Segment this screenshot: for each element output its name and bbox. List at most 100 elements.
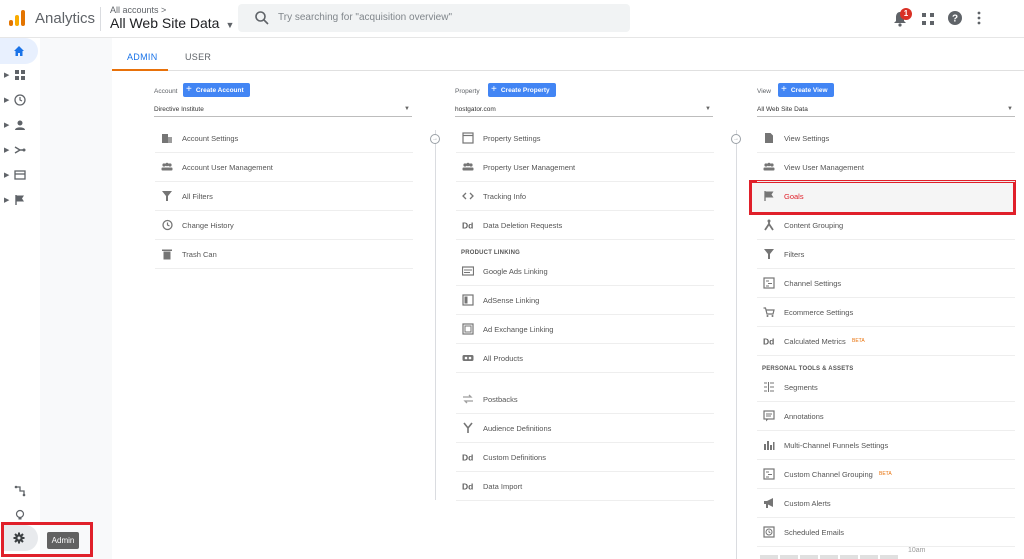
menu-item-account-settings[interactable]: Account Settings xyxy=(155,124,413,153)
cart-icon xyxy=(763,307,775,317)
dashboard-icon xyxy=(15,70,25,80)
menu-item-calculated-metrics[interactable]: Dd Calculated Metrics BETA xyxy=(757,327,1015,356)
menu-item-filters[interactable]: Filters xyxy=(757,240,1015,269)
create-property-button[interactable]: + Create Property xyxy=(488,83,556,97)
menu-item-label: Segments xyxy=(784,383,818,392)
menu-item-label: Account User Management xyxy=(182,163,273,172)
adsense-icon xyxy=(462,294,474,306)
menu-item-multi-channel-funnels-settings[interactable]: Multi-Channel Funnels Settings xyxy=(757,431,1015,460)
admin-tabs: ADMIN USER xyxy=(112,38,1024,71)
menu-item-data-import[interactable]: Dd Data Import xyxy=(456,472,714,501)
menu-item-all-filters[interactable]: All Filters xyxy=(155,182,413,211)
tab-user[interactable]: USER xyxy=(185,52,211,62)
view-selector[interactable]: All Web Site Data ▼ xyxy=(110,15,234,31)
menu-item-data-deletion-requests[interactable]: Dd Data Deletion Requests xyxy=(456,211,714,240)
create-account-button[interactable]: + Create Account xyxy=(183,83,250,97)
menu-item-content-grouping[interactable]: Content Grouping xyxy=(757,211,1015,240)
nav-attribution[interactable] xyxy=(4,483,34,501)
nav-realtime[interactable]: ▶ xyxy=(4,92,34,110)
left-nav: ▶ ▶ ▶ ▶ ▶ ▶ xyxy=(0,38,40,559)
menu-item-label: Data Import xyxy=(483,482,523,491)
divider xyxy=(100,7,101,31)
tab-admin[interactable]: ADMIN xyxy=(127,52,158,62)
search-box[interactable]: Try searching for "acquisition overview" xyxy=(238,4,630,32)
menu-item-label: Custom Channel Grouping xyxy=(784,470,873,479)
view-selector[interactable]: All Web Site Data ▼ xyxy=(757,102,1015,117)
menu-item-all-products[interactable]: All Products xyxy=(456,344,714,373)
menu-item-ad-exchange-linking[interactable]: Ad Exchange Linking xyxy=(456,315,714,344)
caret-down-icon: ▼ xyxy=(225,20,235,30)
menu-item-label: Goals xyxy=(784,192,804,201)
lightbulb-icon xyxy=(15,509,25,520)
svg-text:Dd: Dd xyxy=(462,482,473,492)
flag-icon xyxy=(764,191,774,201)
menu-item-postbacks[interactable]: Postbacks xyxy=(456,385,714,414)
menu-item-change-history[interactable]: Change History xyxy=(155,211,413,240)
menu-item-label: Multi-Channel Funnels Settings xyxy=(784,441,889,450)
menu-item-trash-can[interactable]: Trash Can xyxy=(155,240,413,269)
menu-item-audience-definitions[interactable]: Audience Definitions xyxy=(456,414,714,443)
nav-audience[interactable]: ▶ xyxy=(4,117,34,135)
menu-item-label: Channel Settings xyxy=(784,279,842,288)
time-label: 10am xyxy=(908,547,926,554)
building-icon xyxy=(162,134,172,143)
apps-grid-icon[interactable] xyxy=(922,13,934,25)
create-property-label: Create Property xyxy=(500,87,550,94)
expand-arrow-icon: ▶ xyxy=(4,172,10,179)
menu-item-custom-definitions[interactable]: Dd Custom Definitions xyxy=(456,443,714,472)
menu-item-property-user-management[interactable]: Property User Management xyxy=(456,153,714,182)
menu-item-custom-channel-grouping[interactable]: Custom Channel Grouping BETA xyxy=(757,460,1015,489)
menu-item-label: Calculated Metrics xyxy=(784,337,846,346)
menu-item-google-ads-linking[interactable]: Google Ads Linking xyxy=(456,257,714,286)
content-grouping-icon xyxy=(764,219,774,231)
menu-item-tracking-info[interactable]: Tracking Info xyxy=(456,182,714,211)
megaphone-icon xyxy=(764,498,773,508)
menu-item-label: Data Deletion Requests xyxy=(483,221,563,230)
nav-conversions[interactable]: ▶ xyxy=(4,192,34,210)
channel-icon xyxy=(763,277,775,289)
menu-item-view-settings[interactable]: View Settings xyxy=(757,124,1015,153)
beta-badge: BETA xyxy=(852,338,865,344)
menu-item-segments[interactable]: Segments xyxy=(757,373,1015,402)
menu-item-annotations[interactable]: Annotations xyxy=(757,402,1015,431)
analytics-logo-icon[interactable] xyxy=(8,9,26,27)
account-breadcrumb[interactable]: All accounts > xyxy=(110,5,166,15)
dd-icon: Dd xyxy=(462,482,473,492)
create-view-button[interactable]: + Create View xyxy=(778,83,834,97)
menu-item-view-user-management[interactable]: View User Management xyxy=(757,153,1015,182)
menu-item-custom-alerts[interactable]: Custom Alerts xyxy=(757,489,1015,518)
more-vert-icon[interactable] xyxy=(976,11,982,25)
flag-icon xyxy=(15,195,24,205)
menu-item-ecommerce-settings[interactable]: Ecommerce Settings xyxy=(757,298,1015,327)
account-selector[interactable]: Directive Institute ▼ xyxy=(154,102,412,117)
users-icon xyxy=(763,162,775,171)
admin-highlight-box xyxy=(1,522,93,557)
svg-text:?: ? xyxy=(952,14,958,25)
plus-icon: + xyxy=(781,84,787,95)
nav-behavior[interactable]: ▶ xyxy=(4,167,34,185)
menu-item-goals[interactable]: Goals xyxy=(757,182,1015,211)
nav-acquisition[interactable]: ▶ xyxy=(4,142,34,160)
menu-item-label: Change History xyxy=(182,221,234,230)
view-label: View xyxy=(757,88,771,95)
menu-item-label: View User Management xyxy=(784,163,864,172)
menu-item-label: Scheduled Emails xyxy=(784,528,845,537)
filter-icon xyxy=(162,191,172,201)
nav-customization[interactable]: ▶ xyxy=(4,67,34,85)
property-label: Property xyxy=(455,88,480,95)
menu-item-label: Custom Alerts xyxy=(784,499,831,508)
help-icon[interactable]: ? xyxy=(948,11,962,25)
expand-arrow-icon: ▶ xyxy=(4,197,10,204)
create-account-label: Create Account xyxy=(195,87,244,94)
menu-item-scheduled-emails[interactable]: Scheduled Emails xyxy=(757,518,1015,547)
menu-item-adsense-linking[interactable]: AdSense Linking xyxy=(456,286,714,315)
property-selector[interactable]: hostgator.com ▼ xyxy=(455,102,713,117)
nav-home[interactable] xyxy=(0,38,38,64)
users-icon xyxy=(462,162,474,171)
menu-item-label: Audience Definitions xyxy=(483,424,552,433)
menu-item-account-user-management[interactable]: Account User Management xyxy=(155,153,413,182)
menu-item-label: Annotations xyxy=(784,412,824,421)
menu-item-property-settings[interactable]: Property Settings xyxy=(456,124,714,153)
menu-item-label: Trash Can xyxy=(182,250,217,259)
menu-item-channel-settings[interactable]: Channel Settings xyxy=(757,269,1015,298)
